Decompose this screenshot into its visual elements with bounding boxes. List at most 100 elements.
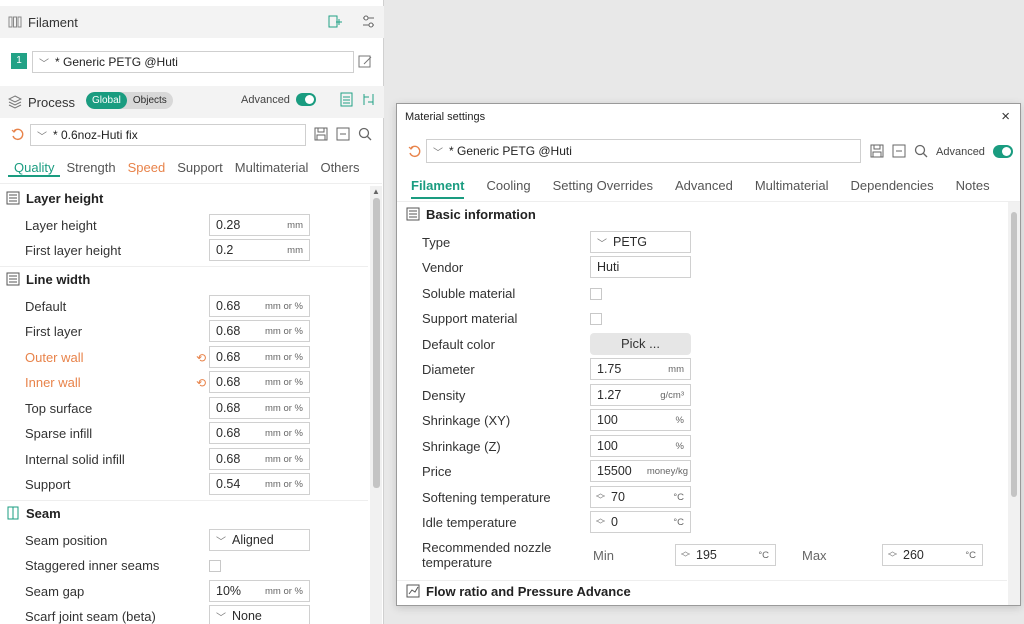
process-preset-combo[interactable]: ﹀ * 0.6noz-Huti fix: [30, 124, 306, 146]
softening-stepper[interactable]: ︿ ﹀ 70 °C: [590, 486, 691, 508]
shrink-z-input[interactable]: 100 %: [590, 435, 691, 457]
line-first-layer-input[interactable]: 0.68 mm or %: [209, 320, 310, 342]
dialog-advanced-toggle[interactable]: Advanced: [936, 145, 1013, 158]
tab-dependencies[interactable]: Dependencies: [851, 178, 934, 199]
scarf-select[interactable]: ﹀ None: [209, 605, 310, 624]
value: 100: [597, 413, 618, 427]
tab-multimaterial[interactable]: Multimaterial: [229, 160, 315, 177]
filament-settings-icon[interactable]: [361, 14, 376, 29]
delete-preset-icon[interactable]: [892, 144, 906, 158]
line-top-surface-input[interactable]: 0.68 mm or %: [209, 397, 310, 419]
min-temp-stepper[interactable]: ︿ ﹀ 195 °C: [675, 544, 776, 566]
tab-speed[interactable]: Speed: [122, 160, 172, 177]
tab-others[interactable]: Others: [314, 160, 365, 177]
save-icon[interactable]: [870, 144, 884, 158]
section-flow-ratio: Flow ratio and Pressure Advance: [400, 580, 631, 602]
value: 0.2: [216, 243, 234, 257]
idle-stepper[interactable]: ︿ ﹀ 0 °C: [590, 511, 691, 533]
value: None: [232, 609, 262, 623]
chevron-down-icon: ﹀: [216, 536, 226, 548]
type-select[interactable]: ﹀ PETG: [590, 231, 691, 253]
search-icon[interactable]: [358, 127, 372, 141]
process-list-icon[interactable]: [339, 92, 354, 107]
value: PETG: [613, 235, 648, 249]
process-advanced-toggle[interactable]: Advanced: [241, 93, 316, 106]
line-top-surface-label: Top surface: [25, 401, 93, 416]
process-preset-value: * 0.6noz-Huti fix: [53, 128, 138, 142]
tab-advanced[interactable]: Advanced: [675, 178, 733, 199]
max-temp-stepper[interactable]: ︿ ﹀ 260 °C: [882, 544, 983, 566]
line-inner-wall-input[interactable]: 0.68 mm or %: [209, 371, 310, 393]
scroll-thumb[interactable]: [1011, 212, 1017, 497]
reset-icon[interactable]: ⟲: [196, 376, 206, 390]
soluble-checkbox[interactable]: [590, 288, 602, 300]
unit: mm or %: [265, 427, 303, 439]
tab-quality[interactable]: Quality: [8, 160, 61, 177]
diameter-label: Diameter: [422, 362, 475, 377]
tab-strength[interactable]: Strength: [60, 160, 121, 177]
line-support-input[interactable]: 0.54 mm or %: [209, 473, 310, 495]
line-default-input[interactable]: 0.68 mm or %: [209, 295, 310, 317]
vendor-label: Vendor: [422, 260, 464, 275]
tab-support[interactable]: Support: [171, 160, 229, 177]
support-material-checkbox[interactable]: [590, 313, 602, 325]
section-title: Basic information: [426, 206, 536, 222]
layer-height-input[interactable]: 0.28 mm: [209, 214, 310, 236]
delete-preset-icon[interactable]: [336, 127, 350, 141]
scroll-thumb[interactable]: [373, 198, 380, 488]
unit: mm: [287, 244, 303, 256]
staggered-checkbox[interactable]: [209, 560, 221, 572]
scroll-up-icon[interactable]: ▲: [372, 187, 380, 196]
stepper-arrows-icon[interactable]: ︿ ﹀: [596, 489, 605, 505]
seg-objects[interactable]: Objects: [127, 92, 173, 109]
line-sparse-infill-input[interactable]: 0.68 mm or %: [209, 422, 310, 444]
process-compare-icon[interactable]: [361, 92, 376, 107]
seam-position-select[interactable]: ﹀ Aligned: [209, 529, 310, 551]
divider: [0, 266, 368, 267]
search-icon[interactable]: [914, 144, 928, 158]
seam-gap-input[interactable]: 10% mm or %: [209, 580, 310, 602]
chevron-down-icon: ﹀: [37, 131, 47, 143]
section-title: Flow ratio and Pressure Advance: [426, 583, 631, 599]
line-support-label: Support: [25, 477, 71, 492]
stepper-arrows-icon[interactable]: ︿ ﹀: [596, 514, 605, 530]
dialog-preset-combo[interactable]: ﹀ * Generic PETG @Huti: [426, 139, 861, 163]
add-filament-icon[interactable]: [328, 14, 343, 29]
shrink-xy-input[interactable]: 100 %: [590, 409, 691, 431]
stepper-arrows-icon[interactable]: ︿ ﹀: [888, 547, 897, 563]
pick-color-button[interactable]: Pick ...: [590, 333, 691, 355]
save-icon[interactable]: [314, 127, 328, 141]
price-input[interactable]: 15500 money/kg: [590, 460, 691, 482]
reset-icon[interactable]: ⟲: [196, 351, 206, 365]
vendor-input[interactable]: Huti: [590, 256, 691, 278]
reset-icon[interactable]: [11, 128, 24, 141]
global-objects-switch[interactable]: Global Objects: [86, 92, 173, 109]
value: 195: [696, 548, 717, 562]
unit: °C: [673, 491, 684, 503]
unit: mm or %: [265, 351, 303, 363]
tab-multimaterial[interactable]: Multimaterial: [755, 178, 829, 199]
tab-cooling[interactable]: Cooling: [486, 178, 530, 199]
first-layer-height-input[interactable]: 0.2 mm: [209, 239, 310, 261]
process-scrollbar[interactable]: ▲: [370, 186, 382, 624]
filament-preset-combo[interactable]: ﹀ * Generic PETG @Huti: [32, 51, 354, 73]
tab-filament[interactable]: Filament: [411, 178, 465, 199]
support-material-label: Support material: [422, 311, 518, 326]
value: 1.27: [597, 388, 622, 402]
density-input[interactable]: 1.27 g/cm³: [590, 384, 691, 406]
tab-notes[interactable]: Notes: [956, 178, 990, 199]
line-internal-solid-input[interactable]: 0.68 mm or %: [209, 448, 310, 470]
tab-setting-overrides[interactable]: Setting Overrides: [553, 178, 653, 199]
close-icon[interactable]: ×: [1001, 108, 1010, 125]
reset-icon[interactable]: [408, 145, 421, 158]
value: 10%: [216, 584, 242, 598]
advanced-switch[interactable]: [992, 145, 1013, 158]
seg-global[interactable]: Global: [86, 92, 127, 109]
dialog-scrollbar[interactable]: [1008, 202, 1020, 605]
diameter-input[interactable]: 1.75 mm: [590, 358, 691, 380]
line-outer-wall-input[interactable]: 0.68 mm or %: [209, 346, 310, 368]
stepper-arrows-icon[interactable]: ︿ ﹀: [681, 547, 690, 563]
edit-preset-icon[interactable]: [358, 54, 373, 69]
advanced-switch[interactable]: [295, 93, 316, 106]
default-color-label: Default color: [422, 337, 495, 352]
